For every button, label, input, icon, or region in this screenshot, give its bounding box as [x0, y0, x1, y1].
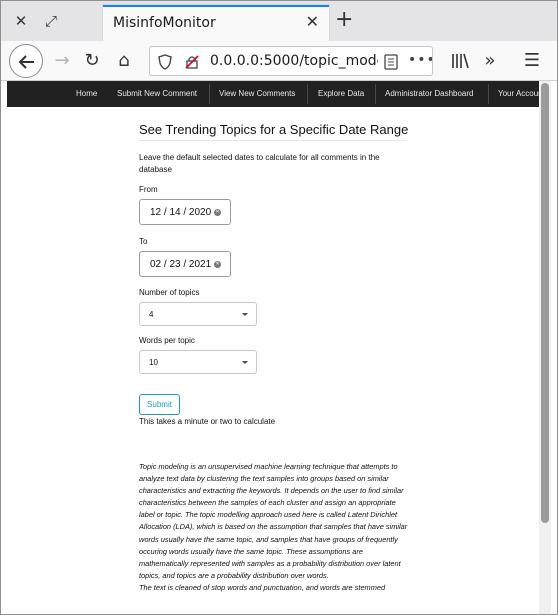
to-label: To: [139, 237, 148, 246]
topic-modeling-description: Topic modeling is an unsupervised machin…: [139, 461, 409, 594]
nav-submit-new-comment[interactable]: Submit New Comment: [117, 89, 197, 98]
nav-view-new-comments[interactable]: View New Comments: [219, 89, 295, 98]
library-icon[interactable]: [449, 50, 471, 72]
clear-date-icon[interactable]: ✕: [214, 261, 221, 268]
num-topics-label: Number of topics: [139, 288, 200, 297]
browser-tab[interactable]: MisinfoMonitor ✕: [103, 5, 329, 41]
description-paragraph: Topic modeling is an unsupervised machin…: [139, 462, 408, 580]
nav-explore-data[interactable]: Explore Data: [318, 89, 364, 98]
back-button[interactable]: [9, 44, 43, 78]
tab-strip: ✕ ⤢ MisinfoMonitor ✕ +: [1, 1, 557, 41]
description-paragraph-2: The text is cleaned of stop words and pu…: [139, 582, 386, 592]
reader-view-icon[interactable]: [384, 54, 398, 70]
date-hint-text: Leave the default selected dates to calc…: [139, 153, 380, 174]
shield-icon[interactable]: [157, 54, 173, 70]
nav-home[interactable]: Home: [76, 89, 97, 98]
forward-icon[interactable]: →: [51, 50, 73, 72]
url-bar[interactable]: 0.0.0.0:5000/topic_modelling •••: [149, 46, 433, 76]
browser-window: ✕ ⤢ MisinfoMonitor ✕ + → ↻ ⌂ 0.0.0.0:500: [0, 0, 558, 615]
chevron-down-icon: [242, 313, 248, 316]
page-actions-icon[interactable]: •••: [408, 52, 432, 68]
home-icon[interactable]: ⌂: [113, 50, 135, 72]
restore-window-icon[interactable]: ⤢: [41, 11, 61, 31]
nav-divider: [488, 84, 489, 104]
nav-toolbar: → ↻ ⌂ 0.0.0.0:5000/topic_modelling •••: [1, 41, 557, 81]
to-date-input[interactable]: 02 / 23 / 2021 ✕: [139, 251, 231, 277]
to-date-value: 02 / 23 / 2021: [150, 259, 212, 270]
words-per-topic-label: Words per topic: [139, 336, 195, 345]
num-topics-select[interactable]: 4: [139, 302, 257, 326]
submit-note: This takes a minute or two to calculate: [139, 417, 276, 426]
nav-divider: [307, 84, 308, 104]
page-title: See Trending Topics for a Specific Date …: [139, 122, 408, 141]
chevron-down-icon: [242, 361, 248, 364]
from-date-value: 12 / 14 / 2020: [150, 207, 212, 218]
new-tab-icon[interactable]: +: [335, 9, 353, 31]
back-arrow-icon: [18, 55, 34, 69]
nav-your-account[interactable]: Your Account: [498, 89, 539, 98]
site-navbar: Home Submit New Comment View New Comment…: [7, 81, 539, 107]
page-viewport: Home Submit New Comment View New Comment…: [7, 81, 539, 614]
nav-administrator-dashboard[interactable]: Administrator Dashboard: [385, 89, 473, 98]
hamburger-menu-icon[interactable]: ☰: [521, 50, 543, 72]
insecure-lock-icon[interactable]: [184, 54, 200, 70]
url-text: 0.0.0.0:5000/topic_modelling: [210, 53, 378, 69]
tab-title: MisinfoMonitor: [113, 15, 216, 31]
words-per-topic-value: 10: [149, 358, 158, 367]
num-topics-value: 4: [149, 310, 154, 319]
from-date-input[interactable]: 12 / 14 / 2020 ✕: [139, 199, 231, 225]
submit-button[interactable]: Submit: [139, 394, 180, 415]
scrollbar-thumb[interactable]: [541, 83, 549, 523]
nav-divider: [375, 84, 376, 104]
words-per-topic-select[interactable]: 10: [139, 350, 257, 374]
overflow-chevron-icon[interactable]: »: [479, 50, 501, 72]
nav-divider: [209, 84, 210, 104]
reload-icon[interactable]: ↻: [81, 50, 103, 72]
clear-date-icon[interactable]: ✕: [214, 209, 221, 216]
from-label: From: [139, 185, 158, 194]
tab-close-icon[interactable]: ✕: [306, 12, 319, 31]
close-window-icon[interactable]: ✕: [11, 11, 31, 31]
